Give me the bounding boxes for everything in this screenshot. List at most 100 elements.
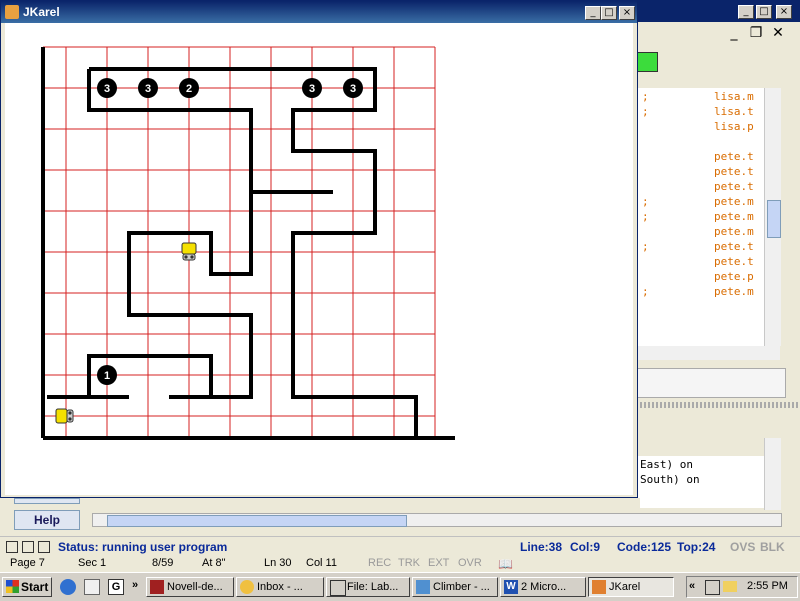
help-button[interactable]: Help xyxy=(14,510,80,530)
groupwise-icon[interactable] xyxy=(705,580,720,595)
window-title: JKarel xyxy=(23,5,60,19)
output-vertical-scrollbar[interactable] xyxy=(764,438,781,510)
top-indicator: Top:24 xyxy=(677,540,716,554)
app-icon xyxy=(416,580,430,594)
section-indicator: Sec 1 xyxy=(78,557,107,569)
code-text: pete.t xyxy=(714,165,754,178)
view-icon[interactable] xyxy=(38,541,50,553)
mail-icon[interactable] xyxy=(723,581,737,592)
code-line: pete.t xyxy=(636,150,766,165)
code-text: lisa.p xyxy=(714,120,754,133)
task-inbox[interactable]: Inbox - ... xyxy=(236,577,324,597)
code-semicolon: ; xyxy=(642,240,649,253)
code-horizontal-scrollbar[interactable] xyxy=(636,346,780,360)
close-icon[interactable]: × xyxy=(776,5,792,19)
code-line: pete.m xyxy=(636,225,766,240)
taskbar: Start G » Novell-de... Inbox - ... File:… xyxy=(0,572,800,601)
ie-icon[interactable] xyxy=(60,579,76,595)
beeper-count: 1 xyxy=(104,370,110,382)
view-icon[interactable] xyxy=(6,541,18,553)
code-line: pete.t xyxy=(636,255,766,270)
status-bar: Status: running user program Line:38 Col… xyxy=(0,536,800,557)
code-line: ; lisa.m xyxy=(636,90,766,105)
output-horizontal-scrollbar[interactable] xyxy=(92,513,782,527)
task-label: 2 Micro... xyxy=(521,581,567,593)
minimize-icon[interactable]: _ xyxy=(585,6,601,20)
output-console: East) on South) on xyxy=(636,456,764,508)
pages-indicator: 8/59 xyxy=(152,557,174,569)
jkarel-title-bar: JKarel _ □ × xyxy=(1,1,637,23)
spelling-icon: 📖 xyxy=(498,557,513,571)
karel-world: 3 3 2 3 3 1 xyxy=(5,23,633,495)
code-text: pete.m xyxy=(714,285,754,298)
maximize-icon[interactable]: □ xyxy=(756,5,772,19)
task-novell[interactable]: Novell-de... xyxy=(146,577,234,597)
task-label: Inbox - ... xyxy=(257,581,303,593)
status-message: Status: running user program xyxy=(58,540,228,554)
windows-logo-icon xyxy=(6,580,19,593)
maximize-icon[interactable]: □ xyxy=(601,6,617,20)
task-file-lab[interactable]: File: Lab... xyxy=(326,577,410,597)
output-line: East) on xyxy=(640,458,693,471)
robot-south-facing xyxy=(181,242,197,261)
ide-title-bar: _ □ × xyxy=(636,0,800,22)
java-icon xyxy=(592,580,606,594)
code-line: ; lisa.t xyxy=(636,105,766,120)
task-microsoft-word[interactable]: W2 Micro... xyxy=(500,577,586,597)
task-jkarel[interactable]: JKarel xyxy=(588,577,674,597)
beeper-count: 3 xyxy=(145,83,151,95)
ext-indicator: EXT xyxy=(428,557,450,569)
view-icon[interactable] xyxy=(22,541,34,553)
beeper-count: 3 xyxy=(309,83,315,95)
code-line: ; pete.t xyxy=(636,240,766,255)
rec-indicator: REC xyxy=(368,557,392,569)
splitter-handle[interactable] xyxy=(636,402,800,408)
ln-indicator: Ln 30 xyxy=(264,557,292,569)
at-indicator: At 8" xyxy=(202,557,226,569)
app-icon xyxy=(150,580,164,594)
ovr-indicator: OVR xyxy=(458,557,482,569)
task-label: Novell-de... xyxy=(167,581,223,593)
task-label: Climber - ... xyxy=(433,581,490,593)
code-text: lisa.m xyxy=(714,90,754,103)
code-text: pete.m xyxy=(714,195,754,208)
background-ide-window: _ □ × _ ❐ ✕ ; lisa.m; lisa.t lisa.p pete.t pe… xyxy=(636,0,800,556)
robot-eye xyxy=(68,417,72,421)
robot-body xyxy=(181,242,197,255)
code-semicolon: ; xyxy=(642,285,649,298)
code-text: pete.t xyxy=(714,180,754,193)
code-line: pete.p xyxy=(636,270,766,285)
start-label: Start xyxy=(21,580,49,594)
blk-indicator: BLK xyxy=(760,540,785,554)
code-semicolon: ; xyxy=(642,90,649,103)
doc-close-icon[interactable]: ✕ xyxy=(768,24,788,42)
outlook-icon[interactable] xyxy=(84,579,100,595)
doc-minimize-icon[interactable]: _ xyxy=(724,24,744,42)
beeper-count: 2 xyxy=(186,83,192,95)
help-button-top-edge xyxy=(14,498,80,504)
ovs-indicator: OVS xyxy=(730,540,756,554)
code-text: pete.p xyxy=(714,270,754,283)
start-button[interactable]: Start xyxy=(2,577,52,597)
scroll-thumb[interactable] xyxy=(767,200,781,238)
code-vertical-scrollbar[interactable] xyxy=(764,88,781,346)
doc-restore-icon[interactable]: ❐ xyxy=(746,24,766,42)
ide-panel xyxy=(636,368,786,398)
close-icon[interactable]: × xyxy=(619,6,635,20)
col-indicator: Col 11 xyxy=(306,557,337,569)
word-status-bar: Page 7 Sec 1 8/59 At 8" Ln 30 Col 11 REC… xyxy=(0,556,800,572)
code-text: pete.t xyxy=(714,255,754,268)
code-line: pete.t xyxy=(636,165,766,180)
app-icon xyxy=(240,580,254,594)
col-indicator: Col:9 xyxy=(570,540,600,554)
chevron-left-icon[interactable]: « xyxy=(689,580,695,592)
system-tray: « 2:55 PM xyxy=(686,576,798,598)
minimize-icon[interactable]: _ xyxy=(738,5,754,19)
groupwise-icon[interactable]: G xyxy=(108,579,124,595)
groupwise-icon xyxy=(330,580,346,596)
code-editor[interactable]: ; lisa.m; lisa.t lisa.p pete.t pete.t pete.t; p… xyxy=(636,88,766,346)
jkarel-window: JKarel _ □ × 3 3 2 3 3 1 xyxy=(0,0,638,498)
task-climber[interactable]: Climber - ... xyxy=(412,577,498,597)
hscroll-thumb[interactable] xyxy=(107,515,407,527)
